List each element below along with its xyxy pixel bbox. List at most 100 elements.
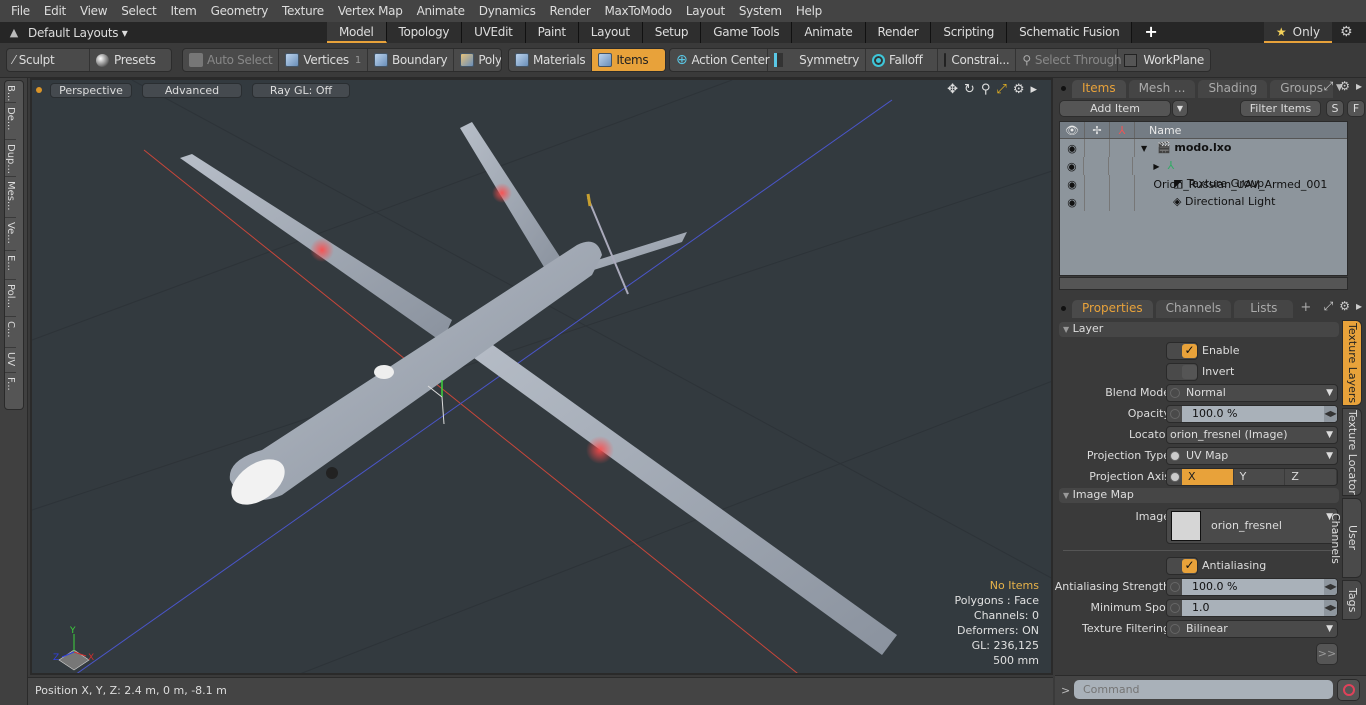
- side-tab-texture-layers[interactable]: Texture Layers: [1342, 320, 1362, 406]
- items-gear-icon[interactable]: ⚙: [1339, 79, 1350, 94]
- gear-icon[interactable]: ⚙: [1340, 24, 1353, 40]
- record-macro-button[interactable]: [1337, 679, 1360, 701]
- item-row[interactable]: ◉ ▶ ⅄ Orion_Russian_UAV_Armed_001: [1060, 157, 1347, 191]
- falloff-button[interactable]: Falloff: [866, 49, 939, 71]
- panel-arrow-icon[interactable]: ▸: [1356, 79, 1362, 94]
- add-properties-tab-button[interactable]: +: [1300, 300, 1311, 315]
- tab-scripting[interactable]: Scripting: [931, 22, 1008, 43]
- perspective-button[interactable]: Perspective: [50, 82, 132, 98]
- expand-arrow-icon[interactable]: ▸: [1030, 82, 1037, 97]
- menu-animate[interactable]: Animate: [410, 4, 472, 18]
- auto-select-button[interactable]: Auto Select: [183, 49, 280, 71]
- tab-setup[interactable]: Setup: [642, 22, 702, 43]
- tab-paint[interactable]: Paint: [525, 22, 579, 43]
- image-select[interactable]: orion_fresnel ▼: [1166, 508, 1338, 544]
- axis-x-button[interactable]: X: [1182, 469, 1234, 485]
- min-spot-field[interactable]: 1.0 ◀▶: [1166, 599, 1338, 617]
- invert-checkbox[interactable]: [1166, 363, 1198, 381]
- only-button[interactable]: ★ Only: [1264, 22, 1332, 43]
- left-tab-polygon[interactable]: Pol...: [5, 280, 16, 317]
- presets-button[interactable]: Presets: [90, 49, 171, 71]
- more-button[interactable]: >>: [1316, 643, 1338, 665]
- menu-help[interactable]: Help: [789, 4, 829, 18]
- item-row[interactable]: ◉ ▼ 🎬 modo.lxo: [1060, 139, 1347, 157]
- left-tab-deform[interactable]: De...: [5, 103, 16, 140]
- layer-section-header[interactable]: ▼ Layer: [1059, 322, 1339, 337]
- add-item-button[interactable]: Add Item: [1059, 100, 1171, 117]
- 3d-viewport[interactable]: Y X Z Perspective Advanced Ray GL: Off ✥…: [30, 78, 1053, 675]
- tab-uvedit[interactable]: UVEdit: [462, 22, 526, 43]
- eye-icon[interactable]: ◉: [1060, 157, 1085, 175]
- tab-animate[interactable]: Animate: [792, 22, 866, 43]
- menu-render[interactable]: Render: [543, 4, 598, 18]
- add-tab-button[interactable]: +: [1132, 22, 1169, 43]
- blend-mode-select[interactable]: Normal ▼: [1166, 384, 1338, 402]
- left-tab-mesh-edit[interactable]: Mes...: [5, 177, 16, 218]
- image-map-section-header[interactable]: ▼ Image Map: [1059, 488, 1339, 503]
- boundary-button[interactable]: Boundary: [368, 49, 455, 71]
- side-tab-user-channels[interactable]: User Channels: [1329, 498, 1362, 578]
- name-header[interactable]: Name: [1135, 122, 1181, 138]
- slider-handle-icon[interactable]: ◀▶: [1324, 600, 1337, 616]
- left-tab-vertex[interactable]: Ve...: [5, 218, 16, 251]
- antialiasing-checkbox[interactable]: ✓: [1166, 557, 1198, 575]
- aa-strength-field[interactable]: 100.0 % ◀▶: [1166, 578, 1338, 596]
- menu-vertex-map[interactable]: Vertex Map: [331, 4, 410, 18]
- locator-select[interactable]: orion_fresnel (Image) (Texture)▼: [1166, 426, 1338, 444]
- eye-icon[interactable]: ◉: [1060, 175, 1085, 193]
- expand-panel-icon[interactable]: ⤢: [1324, 79, 1334, 94]
- tab-shading[interactable]: Shading: [1198, 80, 1268, 98]
- expand-panel-icon[interactable]: ⤢: [1324, 299, 1334, 314]
- properties-gear-icon[interactable]: ⚙: [1339, 299, 1350, 314]
- expand-arrow-icon[interactable]: ▶: [1153, 162, 1159, 171]
- sculpt-button[interactable]: ⁄ Sculpt: [7, 49, 90, 71]
- slider-handle-icon[interactable]: ◀▶: [1324, 579, 1337, 595]
- polygons-button[interactable]: Polygons: [454, 49, 501, 71]
- left-tab-edge[interactable]: E...: [5, 251, 16, 280]
- tab-model[interactable]: Model: [327, 22, 387, 43]
- viewport-gear-icon[interactable]: ⚙: [1013, 82, 1025, 97]
- item-row[interactable]: ◉ ◈ Directional Light: [1060, 193, 1347, 211]
- projection-type-select[interactable]: UV Map ▼: [1166, 447, 1338, 465]
- menu-item[interactable]: Item: [163, 4, 203, 18]
- visibility-header-icon[interactable]: 👁: [1060, 122, 1085, 138]
- collapse-arrow-icon[interactable]: ▼: [1141, 144, 1147, 153]
- left-tab-basic[interactable]: B...: [5, 81, 16, 103]
- menu-layout[interactable]: Layout: [679, 4, 732, 18]
- s-button[interactable]: S: [1326, 100, 1344, 117]
- side-tab-texture-locator[interactable]: Texture Locator: [1342, 408, 1362, 496]
- tab-lists[interactable]: Lists: [1234, 300, 1294, 318]
- rotate-icon[interactable]: ↻: [964, 82, 975, 97]
- tab-render[interactable]: Render: [865, 22, 932, 43]
- constraints-button[interactable]: Constrai...: [938, 49, 1017, 71]
- maximize-icon[interactable]: ⤢: [996, 82, 1006, 97]
- workplane-button[interactable]: WorkPlane: [1118, 49, 1210, 71]
- items-button[interactable]: Items5: [592, 49, 665, 71]
- panel-arrow-icon[interactable]: ▸: [1356, 299, 1362, 314]
- tab-schematic-fusion[interactable]: Schematic Fusion: [1007, 22, 1133, 43]
- item-list-scrollbar[interactable]: [1059, 277, 1348, 290]
- tab-items[interactable]: Items: [1072, 80, 1126, 98]
- default-layouts-dropdown[interactable]: Default Layouts ▾: [28, 26, 328, 40]
- tab-channels[interactable]: Channels: [1155, 300, 1232, 318]
- left-tab-curve[interactable]: C...: [5, 317, 16, 348]
- pan-icon[interactable]: ✥: [947, 82, 958, 97]
- lock-header-icon[interactable]: ✢: [1085, 122, 1110, 138]
- menu-maxtomodo[interactable]: MaxToModo: [597, 4, 678, 18]
- symmetry-button[interactable]: Symmetry: [768, 49, 866, 71]
- menu-select[interactable]: Select: [114, 4, 163, 18]
- tab-properties[interactable]: Properties: [1072, 300, 1153, 318]
- f-button[interactable]: F: [1347, 100, 1365, 117]
- texture-filtering-select[interactable]: Bilinear ▼: [1166, 620, 1338, 638]
- enable-checkbox[interactable]: ✓: [1166, 342, 1198, 360]
- type-header-icon[interactable]: ⅄: [1110, 122, 1135, 138]
- menu-edit[interactable]: Edit: [37, 4, 73, 18]
- tab-mesh[interactable]: Mesh ...: [1128, 80, 1196, 98]
- viewport-status-dot[interactable]: [36, 87, 42, 93]
- tab-topology[interactable]: Topology: [386, 22, 463, 43]
- eye-icon[interactable]: ◉: [1060, 193, 1085, 211]
- zoom-icon[interactable]: ⚲: [981, 82, 991, 97]
- materials-button[interactable]: Materials: [509, 49, 593, 71]
- left-tab-uv[interactable]: UV: [5, 348, 16, 373]
- left-tab-duplicate[interactable]: Dup...: [5, 140, 16, 177]
